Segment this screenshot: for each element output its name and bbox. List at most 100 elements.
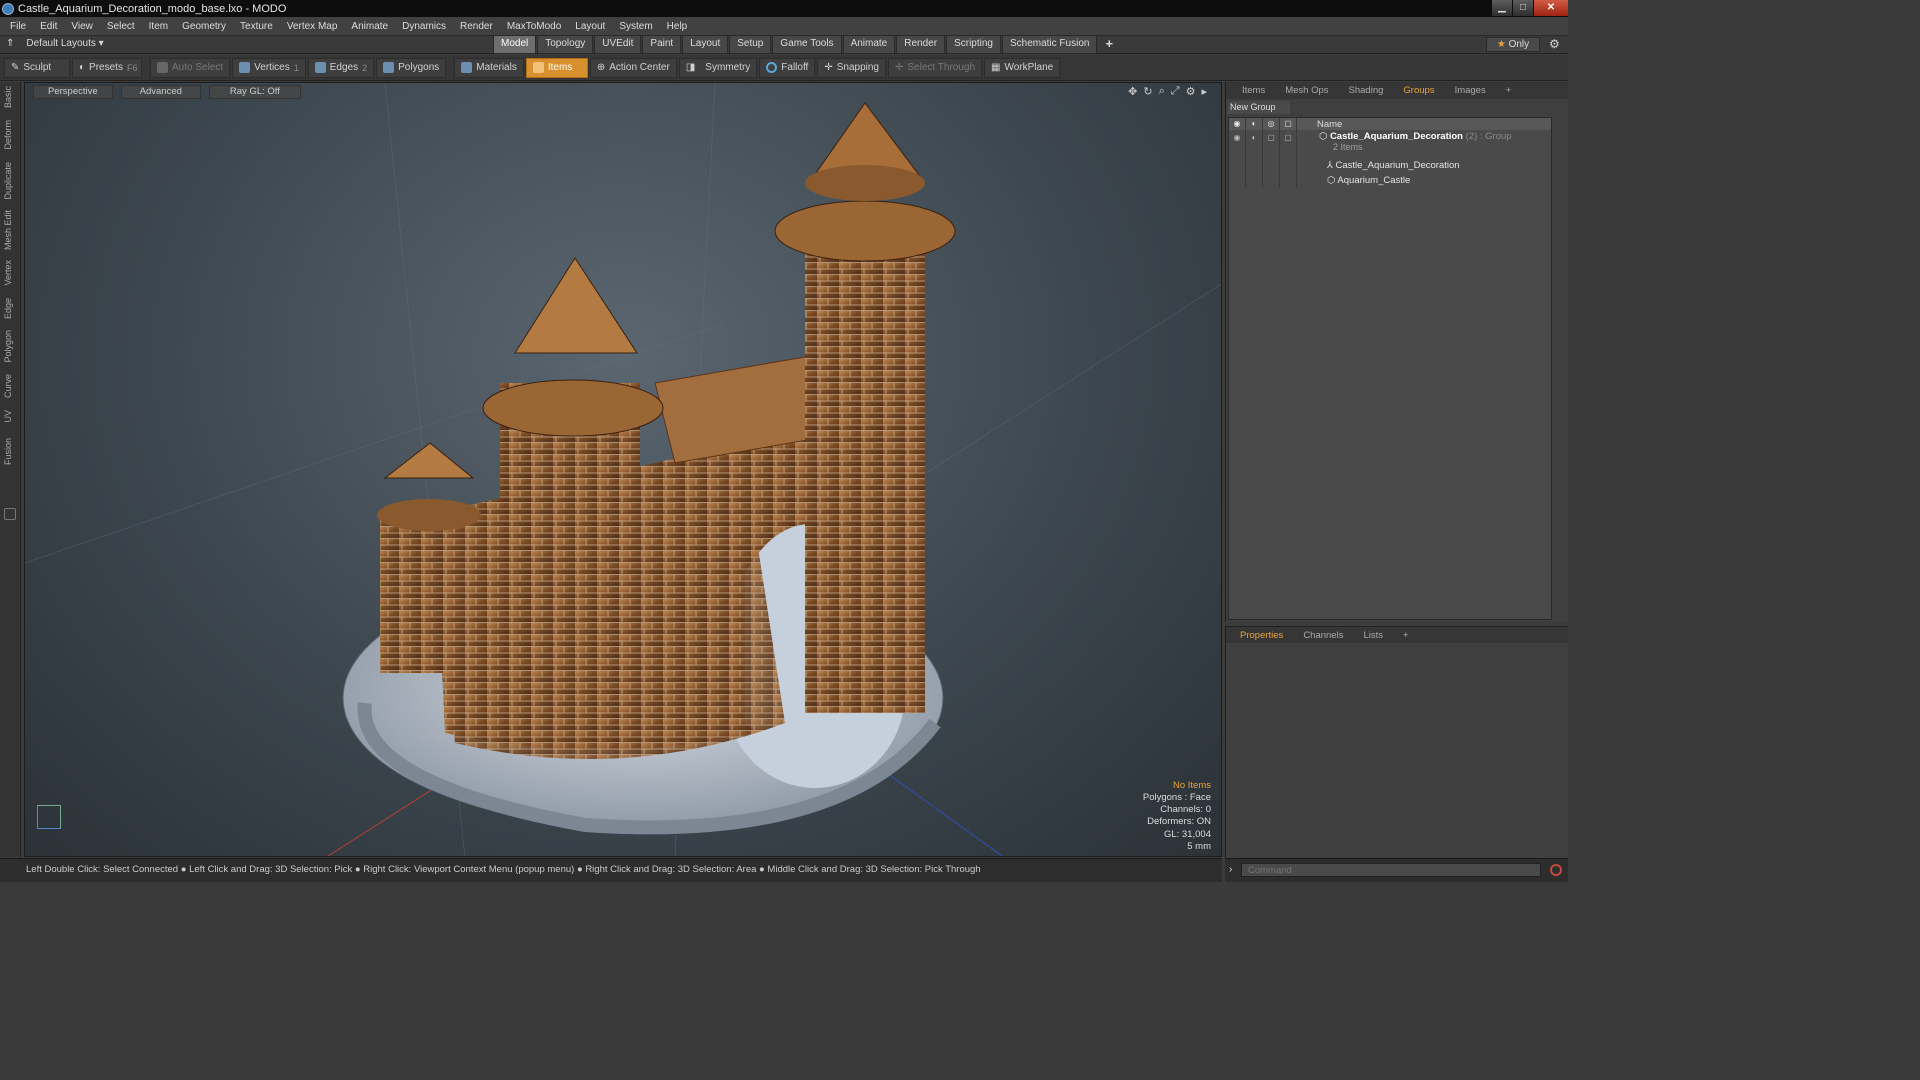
menu-layout[interactable]: Layout bbox=[568, 21, 612, 32]
menu-texture[interactable]: Texture bbox=[233, 21, 280, 32]
menu-edit[interactable]: Edit bbox=[33, 21, 64, 32]
zoom-icon[interactable]: ⌕ bbox=[1159, 85, 1165, 98]
menu-item[interactable]: Item bbox=[142, 21, 175, 32]
fit-icon[interactable]: ⤢ bbox=[1171, 85, 1180, 98]
tab-images[interactable]: Images bbox=[1455, 85, 1486, 96]
list-item[interactable]: ⬡ Aquarium_Castle bbox=[1229, 173, 1551, 188]
edges-button[interactable]: Edges 2 bbox=[307, 57, 375, 78]
gear-icon[interactable]: ⚙ bbox=[1549, 37, 1560, 51]
side-tab-deform[interactable]: Deform bbox=[3, 120, 17, 150]
list-item[interactable]: ◉ ◐ ▢ ▢ ⬡ Castle_Aquarium_Decoration (2)… bbox=[1229, 130, 1551, 158]
lock-column-icon[interactable]: ◎ bbox=[1263, 118, 1280, 130]
items-icon bbox=[532, 62, 544, 73]
auto-select-icon bbox=[157, 62, 168, 73]
tab-schematic-fusion[interactable]: Schematic Fusion bbox=[1001, 36, 1098, 54]
render-column-icon[interactable]: ◐ bbox=[1246, 118, 1263, 130]
polygons-icon bbox=[383, 62, 395, 73]
tab-paint[interactable]: Paint bbox=[642, 36, 682, 54]
snapping-button[interactable]: ✛ Snapping bbox=[817, 57, 886, 78]
minimize-icon[interactable]: ▁ bbox=[1492, 0, 1512, 16]
side-toggle-icon[interactable] bbox=[4, 508, 16, 520]
tab-lists[interactable]: Lists bbox=[1363, 630, 1383, 641]
menu-maxtomodo[interactable]: MaxToModo bbox=[500, 21, 568, 32]
materials-button[interactable]: Materials bbox=[454, 57, 524, 78]
vertices-button[interactable]: Vertices 1 bbox=[232, 57, 306, 78]
raygl-toggle[interactable]: Ray GL: Off bbox=[208, 85, 301, 99]
tab-scripting[interactable]: Scripting bbox=[946, 36, 1001, 54]
sculpt-button[interactable]: ✎ Sculpt bbox=[4, 57, 70, 78]
side-tab-mesh-edit[interactable]: Mesh Edit bbox=[3, 210, 17, 250]
symmetry-button[interactable]: ◨ Symmetry bbox=[678, 57, 758, 78]
action-center-button[interactable]: ⊕ Action Center bbox=[589, 57, 677, 78]
add-properties-tab-button[interactable]: + bbox=[1403, 630, 1409, 641]
only-toggle[interactable]: ★ Only bbox=[1486, 37, 1540, 52]
modo-app: Castle_Aquarium_Decoration_modo_base.lxo… bbox=[0, 0, 1568, 882]
workplane-button[interactable]: ▦ WorkPlane bbox=[984, 57, 1061, 78]
3d-viewport[interactable]: Perspective Advanced Ray GL: Off ✥ ↻ ⌕ ⤢… bbox=[24, 82, 1222, 857]
tab-layout[interactable]: Layout bbox=[682, 36, 729, 54]
tab-properties[interactable]: Properties bbox=[1240, 630, 1283, 641]
visibility-column-icon[interactable]: ◉ bbox=[1229, 118, 1246, 130]
select-toggle-icon[interactable]: ▢ bbox=[1280, 130, 1297, 158]
side-tab-uv[interactable]: UV bbox=[3, 410, 17, 423]
view-mode-dropdown[interactable]: Perspective bbox=[33, 85, 113, 99]
record-icon[interactable] bbox=[1550, 864, 1562, 876]
menu-help[interactable]: Help bbox=[660, 21, 695, 32]
layout-up-icon[interactable]: ⇑ bbox=[6, 38, 14, 49]
eye-icon[interactable]: ◉ bbox=[1229, 130, 1246, 158]
items-button[interactable]: Items bbox=[525, 57, 588, 78]
falloff-button[interactable]: Falloff bbox=[759, 57, 816, 78]
tab-render[interactable]: Render bbox=[896, 36, 946, 54]
viewport-gear-icon[interactable]: ⚙ bbox=[1186, 85, 1196, 98]
presets-button[interactable]: ◐ Presets F6 bbox=[72, 57, 142, 78]
side-tab-duplicate[interactable]: Duplicate bbox=[3, 162, 17, 200]
tab-topology[interactable]: Topology bbox=[537, 36, 594, 54]
tool-tabs-strip: Basic Deform Duplicate Mesh Edit Vertex … bbox=[0, 82, 21, 857]
menu-render[interactable]: Render bbox=[453, 21, 500, 32]
pan-icon[interactable]: ✥ bbox=[1128, 85, 1137, 98]
side-tab-curve[interactable]: Curve bbox=[3, 374, 17, 398]
select-column-icon[interactable]: ▢ bbox=[1280, 118, 1297, 130]
viewport-arrow-icon[interactable]: ▸ bbox=[1201, 85, 1207, 98]
auto-select-button[interactable]: Auto Select bbox=[150, 57, 231, 78]
add-tab-button[interactable]: + bbox=[1098, 36, 1120, 54]
menu-animate[interactable]: Animate bbox=[344, 21, 395, 32]
tab-groups[interactable]: Groups bbox=[1403, 85, 1434, 96]
render-toggle-icon[interactable]: ◐ bbox=[1246, 130, 1263, 158]
side-tab-vertex[interactable]: Vertex bbox=[3, 260, 17, 286]
maximize-icon[interactable]: □ bbox=[1513, 0, 1533, 16]
tab-game-tools[interactable]: Game Tools bbox=[772, 36, 842, 54]
select-through-button[interactable]: ✛ Select Through bbox=[888, 57, 983, 78]
tab-model[interactable]: Model bbox=[493, 36, 537, 54]
list-item[interactable]: ⅄ Castle_Aquarium_Decoration bbox=[1229, 158, 1551, 173]
select-through-icon: ✛ bbox=[895, 62, 904, 73]
tab-items[interactable]: Items bbox=[1242, 85, 1265, 96]
menu-select[interactable]: Select bbox=[100, 21, 142, 32]
tab-mesh-ops[interactable]: Mesh Ops bbox=[1285, 85, 1328, 96]
tab-channels[interactable]: Channels bbox=[1303, 630, 1343, 641]
menu-dynamics[interactable]: Dynamics bbox=[395, 21, 453, 32]
tab-animate[interactable]: Animate bbox=[842, 36, 896, 54]
rotate-icon[interactable]: ↻ bbox=[1143, 85, 1152, 98]
tab-shading[interactable]: Shading bbox=[1349, 85, 1384, 96]
group-count: (2) bbox=[1465, 131, 1478, 142]
menu-system[interactable]: System bbox=[612, 21, 659, 32]
tab-setup[interactable]: Setup bbox=[729, 36, 772, 54]
tab-uvedit[interactable]: UVEdit bbox=[594, 36, 642, 54]
close-icon[interactable]: ✕ bbox=[1534, 0, 1568, 16]
side-tab-edge[interactable]: Edge bbox=[3, 298, 17, 319]
layout-selector[interactable]: Default Layouts ▾ bbox=[26, 38, 103, 49]
add-panel-tab-button[interactable]: + bbox=[1506, 85, 1512, 96]
menu-vertex-map[interactable]: Vertex Map bbox=[280, 21, 345, 32]
side-tab-polygon[interactable]: Polygon bbox=[3, 330, 17, 363]
side-tab-basic[interactable]: Basic bbox=[3, 86, 17, 108]
menu-geometry[interactable]: Geometry bbox=[175, 21, 233, 32]
side-tab-fusion[interactable]: Fusion bbox=[3, 438, 17, 465]
command-input[interactable] bbox=[1241, 863, 1541, 877]
new-group-button[interactable]: New Group bbox=[1228, 101, 1290, 114]
shading-mode-dropdown[interactable]: Advanced bbox=[120, 85, 201, 99]
polygons-button[interactable]: Polygons bbox=[376, 57, 447, 78]
menu-view[interactable]: View bbox=[64, 21, 100, 32]
lock-toggle-icon[interactable]: ▢ bbox=[1263, 130, 1280, 158]
menu-file[interactable]: File bbox=[3, 21, 33, 32]
